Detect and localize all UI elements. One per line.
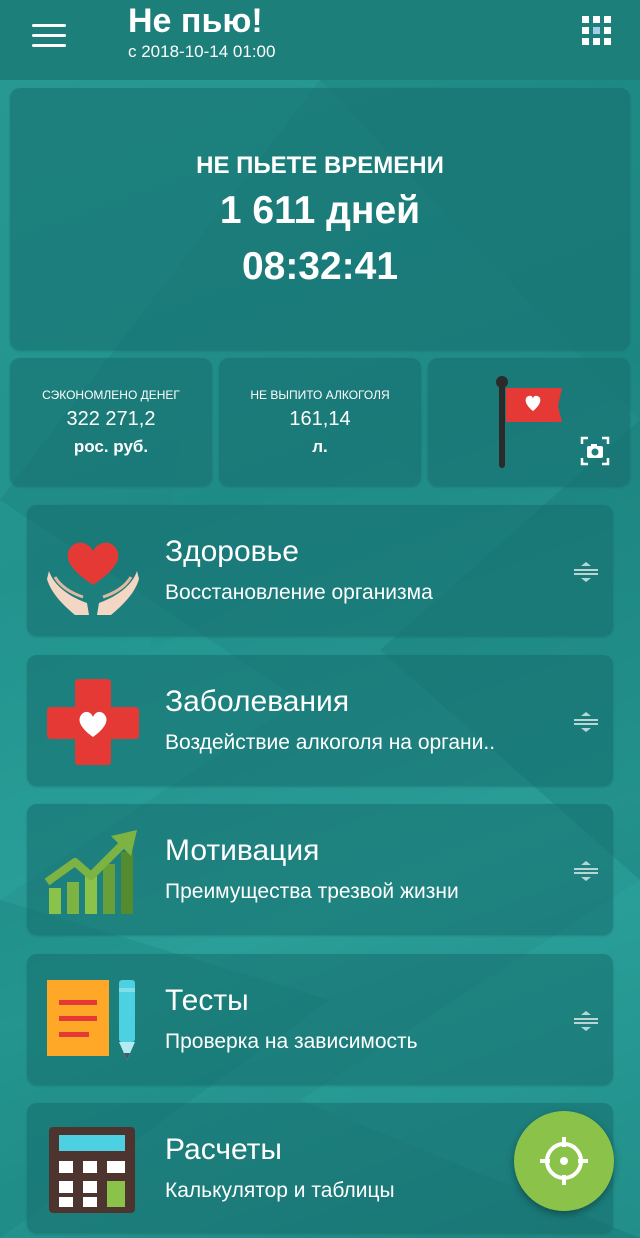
timer-clock: 08:32:41 xyxy=(241,245,399,288)
timer-label: НЕ ПЬЕТЕ ВРЕМЕНИ xyxy=(196,152,444,179)
saved-money-value: 322 271,2 xyxy=(66,408,156,430)
menu-item-title: Расчеты xyxy=(165,1133,282,1166)
saved-money-unit: рос. руб. xyxy=(73,437,149,456)
menu-item-health[interactable]: Здоровье Восстановление организма xyxy=(27,505,613,636)
alcohol-not-drunk-card: НЕ ВЫПИТО АЛКОГОЛЯ 161,14 л. xyxy=(219,358,421,486)
app-title: Не пью! xyxy=(128,2,263,40)
drag-handle-icon[interactable] xyxy=(572,1010,600,1032)
menu-item-subtitle: Воздействие алкоголя на органи.. xyxy=(165,731,496,754)
saved-money-card: СЭКОНОМЛЕНО ДЕНЕГ 322 271,2 рос. руб. xyxy=(10,358,212,486)
saved-money-label: СЭКОНОМЛЕНО ДЕНЕГ xyxy=(42,388,180,402)
menu-item-diseases[interactable]: Заболевания Воздействие алкоголя на орга… xyxy=(27,655,613,786)
menu-item-title: Мотивация xyxy=(165,834,320,867)
menu-item-subtitle: Проверка на зависимость xyxy=(165,1030,418,1053)
menu-item-subtitle: Калькулятор и таблицы xyxy=(165,1179,395,1202)
menu-item-subtitle: Преимущества трезвой жизни xyxy=(165,880,459,903)
alcohol-value: 161,14 xyxy=(289,408,351,430)
alcohol-unit: л. xyxy=(312,437,328,456)
menu-item-title: Тесты xyxy=(165,984,249,1017)
timer-days: 1 611 дней xyxy=(219,189,421,232)
sober-timer-card: НЕ ПЬЕТЕ ВРЕМЕНИ 1 611 дней 08:32:41 xyxy=(10,88,630,350)
calculator-icon xyxy=(49,1127,135,1213)
menu-item-tests[interactable]: Тесты Проверка на зависимость xyxy=(27,954,613,1085)
alcohol-label: НЕ ВЫПИТО АЛКОГОЛЯ xyxy=(250,388,390,402)
camera-screenshot-icon[interactable] xyxy=(580,436,610,466)
drag-handle-icon[interactable] xyxy=(572,561,600,583)
menu-item-title: Заболевания xyxy=(165,685,350,718)
test-notepad-icon xyxy=(47,980,135,1060)
menu-item-title: Здоровье xyxy=(165,535,299,568)
growth-chart-icon xyxy=(45,830,137,914)
fab-target-button[interactable] xyxy=(514,1111,614,1211)
menu-item-subtitle: Восстановление организма xyxy=(165,581,433,604)
heart-flag-icon xyxy=(496,376,562,468)
app-bar: Не пью! с 2018-10-14 01:00 xyxy=(0,0,640,80)
drag-handle-icon[interactable] xyxy=(572,711,600,733)
menu-item-motivation[interactable]: Мотивация Преимущества трезвой жизни xyxy=(27,804,613,935)
drag-handle-icon[interactable] xyxy=(572,860,600,882)
app-subtitle: с 2018-10-14 01:00 xyxy=(128,42,276,61)
hamburger-menu-icon[interactable] xyxy=(32,22,68,48)
health-hands-heart-icon xyxy=(47,542,139,615)
crosshair-icon xyxy=(540,1137,588,1185)
flag-card[interactable] xyxy=(428,358,630,486)
medical-cross-icon xyxy=(47,679,139,765)
grid-apps-icon[interactable] xyxy=(582,16,612,46)
